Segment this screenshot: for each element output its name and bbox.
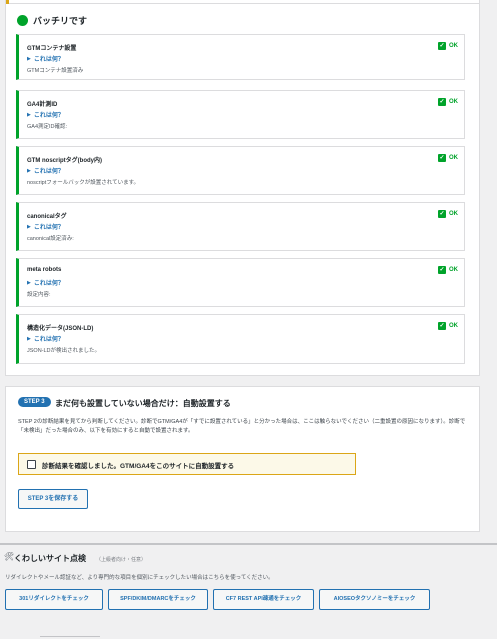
check-ok-label: OK [449,323,458,329]
checkmark-box-icon: ✓ [438,266,446,274]
checkmark-box-icon: ✓ [438,42,446,50]
check-ok-label: OK [449,155,458,161]
check-card-ga4: GA4計測ID ✓ OK ▶ これは何？ GA4測定ID確認: [16,90,465,139]
check-aioseo-button[interactable]: AIOSEOタクソノミーをチェック [319,589,430,610]
checkmark-box-icon: ✓ [438,322,446,330]
details-label: これは何？ [33,57,64,63]
step-badge: STEP 3 [18,397,51,407]
check-status: ✓ OK [438,322,458,330]
check-301-button[interactable]: 301リダイレクトをチェック [5,589,103,610]
check-title: GA4計測ID [27,102,58,108]
details-toggle[interactable]: ▶ これは何？ [27,222,64,232]
detail-check-title: くわしいサイト点検 [14,554,86,563]
check-card-meta-robots: meta robots ✓ OK ▶ これは何？ 設定内容: [16,258,465,307]
checkmark-box-icon: ✓ [438,154,446,162]
check-status: ✓ OK [438,98,458,106]
check-title: 構造化データ(JSON-LD) [27,326,94,332]
check-note: JSON-LDが検出されました。 [27,348,101,354]
check-ok-label: OK [449,43,458,49]
details-toggle[interactable]: ▶ これは何？ [27,166,64,176]
check-note: noscriptフォールバックが設置されています。 [27,180,140,186]
confirm-checkbox[interactable] [27,460,36,469]
check-spf-button[interactable]: SPF/DKIM/DMARCをチェック [108,589,208,610]
check-note: GA4測定ID確認: [27,124,68,130]
check-card-noscript: GTM noscriptタグ(body内) ✓ OK ▶ これは何？ noscr… [16,146,465,195]
details-label: これは何？ [33,225,64,231]
triangle-right-icon: ▶ [27,55,31,62]
detail-check-description: リダイレクトやメール認証など、より専門的な項目を個別にチェックしたい場合はこちら… [5,575,274,581]
all-good-heading: バッチリです [17,14,87,27]
check-ok-label: OK [449,211,458,217]
check-note: GTMコンテナ設置済み [27,68,84,74]
triangle-right-icon: ▶ [27,167,31,174]
step-title: まだ何も設置していない場合だけ：自動設置する [55,399,231,408]
check-note: 設定内容: [27,292,51,298]
details-label: これは何？ [33,337,64,343]
section-divider [0,543,497,545]
step3-panel: STEP 3 まだ何も設置していない場合だけ：自動設置する STEP 2の診断結… [5,386,480,532]
check-title: GTM noscriptタグ(body内) [27,158,102,164]
details-label: これは何？ [33,169,64,175]
confirm-label[interactable]: 診断結果を確認しました。GTM/GA4をこのサイトに自動設置する [42,460,234,470]
triangle-right-icon: ▶ [27,111,31,118]
details-toggle[interactable]: ▶ これは何？ [27,334,64,344]
details-label: これは何？ [33,281,64,287]
checkmark-box-icon: ✓ [438,210,446,218]
check-status: ✓ OK [438,210,458,218]
check-card-gtm: GTMコンテナ設置 ✓ OK ▶ これは何？ GTMコンテナ設置済み [16,34,465,80]
wrench-icon: 🛠 [4,552,15,561]
check-title: meta robots [27,267,62,273]
step-description: STEP 2の診断結果を見てから判断してください。診断でGTM/GA4が「すでに… [18,419,466,434]
details-toggle[interactable]: ▶ これは何？ [27,110,64,120]
check-card-canonical: canonicalタグ ✓ OK ▶ これは何？ canonical設定済み: [16,202,465,251]
details-toggle[interactable]: ▶ これは何？ [27,278,64,288]
checkmark-box-icon: ✓ [438,98,446,106]
triangle-right-icon: ▶ [27,279,31,286]
confirm-box: 診断結果を確認しました。GTM/GA4をこのサイトに自動設置する [18,453,356,475]
all-good-label: バッチリです [33,16,88,26]
check-ok-label: OK [449,99,458,105]
check-status: ✓ OK [438,266,458,274]
check-note: canonical設定済み: [27,236,74,242]
check-status: ✓ OK [438,42,458,50]
check-title: canonicalタグ [27,214,67,220]
details-label: これは何？ [33,113,64,119]
detail-check-subtitle: （上級者向け・任意） [96,557,147,563]
check-ok-label: OK [449,267,458,273]
save-step3-button[interactable]: STEP 3を保存する [18,489,88,509]
triangle-right-icon: ▶ [27,335,31,342]
check-cf7-button[interactable]: CF7 REST API疎通をチェック [213,589,314,610]
green-dot-icon [17,15,28,26]
details-toggle[interactable]: ▶ これは何？ [27,54,64,64]
triangle-right-icon: ▶ [27,223,31,230]
check-status: ✓ OK [438,154,458,162]
check-card-json-ld: 構造化データ(JSON-LD) ✓ OK ▶ これは何？ JSON-LDが検出さ… [16,314,465,364]
check-title: GTMコンテナ設置 [27,46,77,52]
